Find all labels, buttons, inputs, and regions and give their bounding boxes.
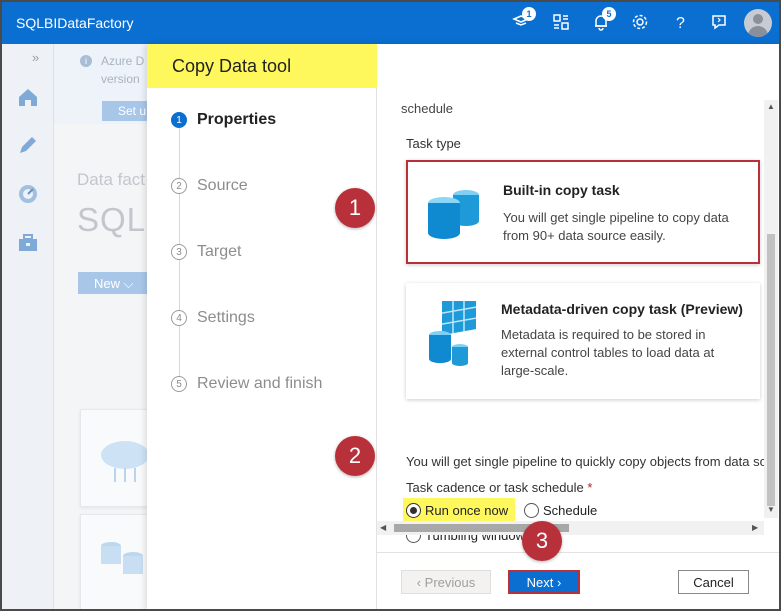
switch-directory-icon[interactable] — [549, 10, 573, 34]
step-label: Settings — [197, 309, 255, 326]
top-bar: SQLBIDataFactory 1 5 ? — [2, 2, 779, 44]
schedule-label: Schedule — [543, 503, 598, 518]
step-label: Source — [197, 177, 248, 194]
expand-rail-icon[interactable]: » — [32, 50, 39, 65]
database-icon — [428, 190, 479, 239]
svg-text:?: ? — [676, 15, 685, 32]
footer-divider — [377, 552, 779, 553]
previous-button[interactable]: ‹ Previous — [401, 570, 491, 594]
metadata-title: Metadata-driven copy task (Preview) — [501, 301, 743, 317]
callout-1: 1 — [335, 188, 375, 228]
schedule-radio[interactable] — [524, 503, 539, 518]
scroll-down-icon[interactable]: ▼ — [767, 505, 775, 514]
step-source[interactable]: 2 Source — [171, 177, 248, 195]
cancel-button[interactable]: Cancel — [678, 570, 749, 594]
feedback-icon[interactable]: 1 — [509, 7, 536, 34]
app-window: SQLBIDataFactory 1 5 ? » i Azure D versi… — [0, 0, 781, 611]
builtin-title: Built-in copy task — [503, 182, 620, 198]
feedback-badge: 1 — [522, 7, 536, 21]
properties-content: schedule Task type Built-in copy task Yo… — [377, 88, 779, 558]
step-review[interactable]: 5 Review and finish — [171, 375, 322, 393]
factory-name[interactable]: SQLBIDataFactory — [16, 15, 134, 31]
info-icon: i — [80, 55, 92, 67]
callout-2: 2 — [335, 436, 375, 476]
task-type-label: Task type — [406, 136, 461, 151]
notifications-icon[interactable]: 5 — [589, 7, 616, 34]
step-target[interactable]: 3 Target — [171, 243, 241, 261]
scroll-up-icon[interactable]: ▲ — [767, 102, 775, 111]
help-icon[interactable]: ? — [668, 10, 692, 34]
step-number: 3 — [171, 244, 187, 260]
step-number: 4 — [171, 310, 187, 326]
run-once-label: Run once now — [425, 503, 509, 518]
step-number: 1 — [171, 112, 187, 128]
step-number: 2 — [171, 178, 187, 194]
schedule-option[interactable]: Schedule — [524, 503, 597, 518]
metadata-description: Metadata is required to be stored in ext… — [501, 327, 715, 378]
new-button: New ⌵ — [78, 272, 150, 294]
wizard-title: Copy Data tool — [172, 56, 292, 76]
scroll-right-icon[interactable]: ▶ — [752, 523, 758, 532]
toolbox-icon[interactable] — [15, 230, 41, 256]
left-rail: » — [2, 44, 54, 609]
next-button[interactable]: Next › — [508, 570, 580, 594]
copy-data-wizard: Copy Data tool 1 Properties 2 Source 3 T… — [147, 44, 779, 609]
run-once-radio[interactable] — [406, 503, 421, 518]
scroll-left-icon[interactable]: ◀ — [380, 523, 386, 532]
vertical-scrollbar[interactable]: ▲ ▼ — [764, 100, 778, 518]
metadata-copy-task-card[interactable]: Metadata-driven copy task (Preview) Meta… — [406, 283, 760, 399]
avatar[interactable] — [744, 9, 772, 37]
step-number: 5 — [171, 376, 187, 392]
gear-icon[interactable] — [628, 10, 652, 34]
step-label: Properties — [197, 111, 277, 128]
builtin-description: You will get single pipeline to copy dat… — [503, 210, 729, 243]
home-icon[interactable] — [15, 84, 41, 110]
metadata-note-text: You will get single pipeline to quickly … — [406, 454, 767, 469]
schedule-text: schedule — [401, 101, 454, 116]
background-card-data — [80, 514, 150, 609]
background-card-cloud — [80, 409, 150, 507]
task-cadence-label: Task cadence or task schedule * — [406, 480, 593, 495]
chat-feedback-icon[interactable] — [707, 10, 731, 34]
builtin-copy-task-card[interactable]: Built-in copy task You will get single p… — [406, 160, 760, 264]
run-once-option[interactable]: Run once now — [406, 503, 508, 518]
step-label: Review and finish — [197, 375, 323, 392]
horizontal-scrollbar[interactable]: ◀ ▶ — [377, 521, 764, 535]
pencil-icon[interactable] — [15, 132, 41, 158]
notifications-badge: 5 — [602, 7, 616, 21]
vertical-scroll-thumb[interactable] — [767, 234, 775, 506]
data-factory-label: Data fact — [77, 170, 146, 189]
metadata-table-icon — [429, 301, 476, 366]
step-settings[interactable]: 4 Settings — [171, 309, 255, 327]
monitor-icon[interactable] — [15, 181, 41, 207]
step-properties[interactable]: 1 Properties — [171, 111, 276, 129]
step-label: Target — [197, 243, 242, 260]
callout-3: 3 — [522, 521, 562, 561]
background-notice-text: Azure D version — [101, 54, 145, 86]
